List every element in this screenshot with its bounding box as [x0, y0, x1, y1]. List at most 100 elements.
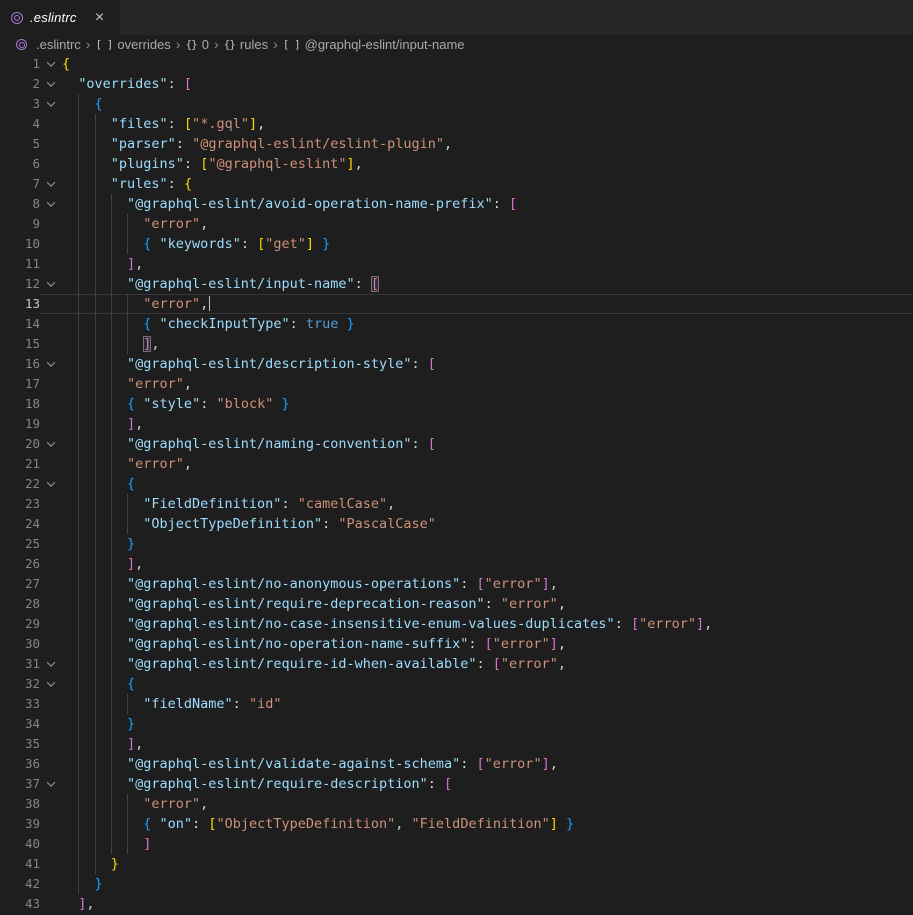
- line-number[interactable]: 24: [0, 514, 40, 534]
- code-editor[interactable]: 1{2"overrides": [3{4"files": ["*.gql"],5…: [0, 54, 913, 915]
- line-number[interactable]: 4: [0, 114, 40, 134]
- line-number[interactable]: 22: [0, 474, 40, 494]
- code-line[interactable]: 6"plugins": ["@graphql-eslint"],: [0, 154, 913, 174]
- line-number[interactable]: 7: [0, 174, 40, 194]
- code-line[interactable]: 39{ "on": ["ObjectTypeDefinition", "Fiel…: [0, 814, 913, 834]
- line-number[interactable]: 20: [0, 434, 40, 454]
- code-line[interactable]: 8"@graphql-eslint/avoid-operation-name-p…: [0, 194, 913, 214]
- fold-chevron-icon[interactable]: [40, 474, 62, 494]
- line-number[interactable]: 19: [0, 414, 40, 434]
- line-number[interactable]: 6: [0, 154, 40, 174]
- code-line[interactable]: 1{: [0, 54, 913, 74]
- fold-chevron-icon[interactable]: [40, 354, 62, 374]
- code-line[interactable]: 7"rules": {: [0, 174, 913, 194]
- line-number[interactable]: 13: [0, 294, 40, 314]
- code-line[interactable]: 42}: [0, 874, 913, 894]
- line-number[interactable]: 31: [0, 654, 40, 674]
- code-line[interactable]: 32{: [0, 674, 913, 694]
- line-number[interactable]: 38: [0, 794, 40, 814]
- line-number[interactable]: 9: [0, 214, 40, 234]
- breadcrumb-item-0[interactable]: {}0: [185, 37, 208, 52]
- code-line[interactable]: 33"fieldName": "id": [0, 694, 913, 714]
- code-line[interactable]: 37"@graphql-eslint/require-description":…: [0, 774, 913, 794]
- code-line[interactable]: 3{: [0, 94, 913, 114]
- code-line[interactable]: 19],: [0, 414, 913, 434]
- code-line[interactable]: 41}: [0, 854, 913, 874]
- line-number[interactable]: 29: [0, 614, 40, 634]
- code-line[interactable]: 29"@graphql-eslint/no-case-insensitive-e…: [0, 614, 913, 634]
- close-icon[interactable]: ×: [90, 8, 110, 28]
- code-line[interactable]: 43],: [0, 894, 913, 914]
- code-line[interactable]: 30"@graphql-eslint/no-operation-name-suf…: [0, 634, 913, 654]
- fold-chevron-icon[interactable]: [40, 674, 62, 694]
- line-number[interactable]: 17: [0, 374, 40, 394]
- line-number[interactable]: 33: [0, 694, 40, 714]
- breadcrumb-item-rules[interactable]: {}rules: [224, 37, 268, 52]
- code-line[interactable]: 15],: [0, 334, 913, 354]
- line-number[interactable]: 16: [0, 354, 40, 374]
- line-number[interactable]: 36: [0, 754, 40, 774]
- code-line[interactable]: 4"files": ["*.gql"],: [0, 114, 913, 134]
- code-line[interactable]: 25}: [0, 534, 913, 554]
- code-line[interactable]: 17"error",: [0, 374, 913, 394]
- line-number[interactable]: 5: [0, 134, 40, 154]
- line-number[interactable]: 12: [0, 274, 40, 294]
- breadcrumb-item--eslintrc[interactable]: .eslintrc: [16, 37, 81, 52]
- code-line[interactable]: 26],: [0, 554, 913, 574]
- code-line[interactable]: 22{: [0, 474, 913, 494]
- line-number[interactable]: 1: [0, 54, 40, 74]
- line-number[interactable]: 27: [0, 574, 40, 594]
- code-line[interactable]: 9"error",: [0, 214, 913, 234]
- code-line[interactable]: 38"error",: [0, 794, 913, 814]
- code-line[interactable]: 27"@graphql-eslint/no-anonymous-operatio…: [0, 574, 913, 594]
- tab-eslintrc[interactable]: .eslintrc ×: [0, 0, 120, 35]
- code-line[interactable]: 10{ "keywords": ["get"] }: [0, 234, 913, 254]
- fold-chevron-icon[interactable]: [40, 434, 62, 454]
- code-line[interactable]: 12"@graphql-eslint/input-name": [: [0, 274, 913, 294]
- fold-chevron-icon[interactable]: [40, 654, 62, 674]
- line-number[interactable]: 11: [0, 254, 40, 274]
- line-number[interactable]: 8: [0, 194, 40, 214]
- line-number[interactable]: 42: [0, 874, 40, 894]
- code-line[interactable]: 11],: [0, 254, 913, 274]
- code-line[interactable]: 18{ "style": "block" }: [0, 394, 913, 414]
- code-line[interactable]: 21"error",: [0, 454, 913, 474]
- line-number[interactable]: 32: [0, 674, 40, 694]
- code-line[interactable]: 5"parser": "@graphql-eslint/eslint-plugi…: [0, 134, 913, 154]
- line-number[interactable]: 2: [0, 74, 40, 94]
- line-number[interactable]: 18: [0, 394, 40, 414]
- line-number[interactable]: 43: [0, 894, 40, 914]
- line-number[interactable]: 10: [0, 234, 40, 254]
- line-number[interactable]: 23: [0, 494, 40, 514]
- fold-chevron-icon[interactable]: [40, 94, 62, 114]
- line-number[interactable]: 28: [0, 594, 40, 614]
- line-number[interactable]: 30: [0, 634, 40, 654]
- code-line[interactable]: 36"@graphql-eslint/validate-against-sche…: [0, 754, 913, 774]
- code-line[interactable]: 28"@graphql-eslint/require-deprecation-r…: [0, 594, 913, 614]
- line-number[interactable]: 37: [0, 774, 40, 794]
- code-line[interactable]: 13"error",: [0, 294, 913, 314]
- line-number[interactable]: 34: [0, 714, 40, 734]
- line-number[interactable]: 15: [0, 334, 40, 354]
- line-number[interactable]: 41: [0, 854, 40, 874]
- code-line[interactable]: 20"@graphql-eslint/naming-convention": [: [0, 434, 913, 454]
- code-line[interactable]: 2"overrides": [: [0, 74, 913, 94]
- fold-chevron-icon[interactable]: [40, 774, 62, 794]
- code-line[interactable]: 35],: [0, 734, 913, 754]
- line-number[interactable]: 35: [0, 734, 40, 754]
- breadcrumb-item--graphql-eslint-input-name[interactable]: [ ]@graphql-eslint/input-name: [283, 37, 465, 52]
- fold-chevron-icon[interactable]: [40, 194, 62, 214]
- line-number[interactable]: 26: [0, 554, 40, 574]
- fold-chevron-icon[interactable]: [40, 74, 62, 94]
- line-number[interactable]: 39: [0, 814, 40, 834]
- line-number[interactable]: 21: [0, 454, 40, 474]
- fold-chevron-icon[interactable]: [40, 274, 62, 294]
- code-line[interactable]: 34}: [0, 714, 913, 734]
- breadcrumb-item-overrides[interactable]: [ ]overrides: [95, 37, 170, 52]
- code-line[interactable]: 24"ObjectTypeDefinition": "PascalCase": [0, 514, 913, 534]
- line-number[interactable]: 3: [0, 94, 40, 114]
- line-number[interactable]: 25: [0, 534, 40, 554]
- code-line[interactable]: 31"@graphql-eslint/require-id-when-avail…: [0, 654, 913, 674]
- code-line[interactable]: 14{ "checkInputType": true }: [0, 314, 913, 334]
- code-line[interactable]: 16"@graphql-eslint/description-style": [: [0, 354, 913, 374]
